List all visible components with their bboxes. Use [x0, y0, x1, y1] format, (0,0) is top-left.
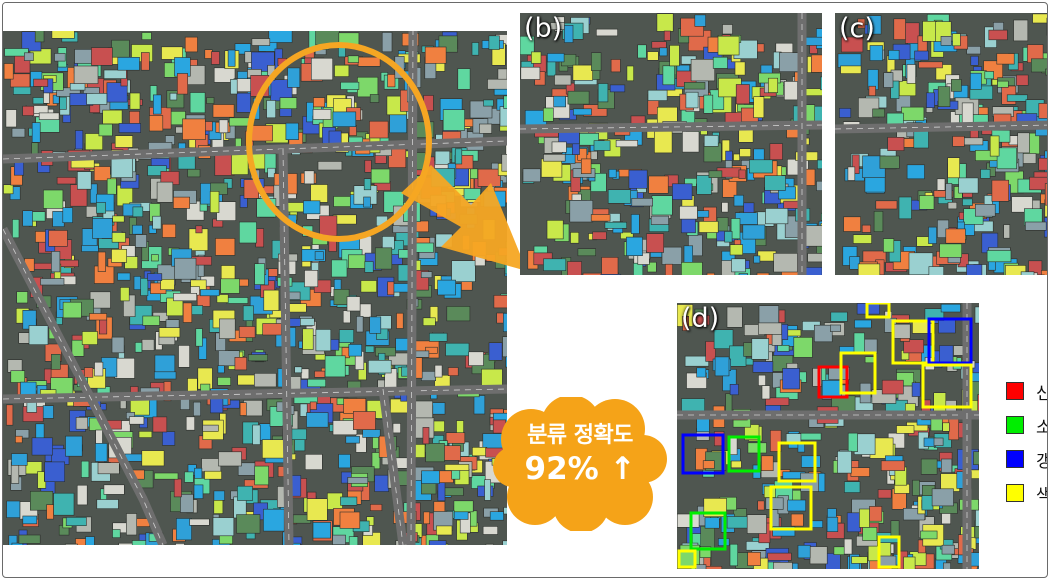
legend-label: 소	[1036, 413, 1047, 438]
legend: 신 소 갱 색	[1006, 379, 1047, 519]
legend-swatch-green	[1006, 416, 1024, 434]
legend-label: 신	[1036, 379, 1047, 404]
panel-c-label: (c)	[839, 13, 875, 44]
map-top-edge	[3, 3, 507, 31]
panel-b-image: (b)	[520, 13, 822, 275]
legend-swatch-red	[1006, 382, 1024, 400]
panel-d-label: (d)	[681, 303, 720, 334]
figure-frame: (b) (c) (d) 분류 정확도 92% ↑	[2, 2, 1048, 578]
accuracy-value: 92% ↑	[524, 451, 636, 487]
panel-d-image: (d)	[677, 303, 979, 569]
panel-c-image: (c)	[835, 13, 1047, 275]
accuracy-label: 분류 정확도	[527, 423, 633, 448]
legend-label: 색	[1036, 481, 1047, 506]
zoom-arrow-icon	[401, 165, 527, 271]
legend-label: 갱	[1036, 447, 1047, 472]
legend-swatch-blue	[1006, 450, 1024, 468]
panel-b-label: (b)	[524, 13, 563, 44]
legend-swatch-yellow	[1006, 484, 1024, 502]
accuracy-cloud: 분류 정확도 92% ↑	[491, 397, 669, 531]
